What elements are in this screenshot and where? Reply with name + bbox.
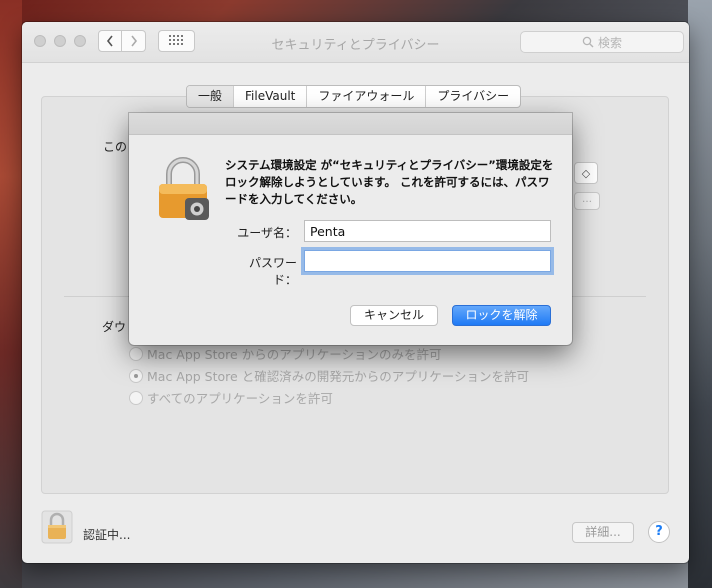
downloads-section-label: ダウ <box>102 320 127 334</box>
search-field[interactable]: 検索 <box>520 31 684 53</box>
tab-bar: 一般 FileVault ファイアウォール プライバシー <box>186 85 522 108</box>
auth-dialog: システム環境設定 が“セキュリティとプライバシー”環境設定をロック解除しようとし… <box>129 113 572 345</box>
tab-filevault[interactable]: FileVault <box>233 86 306 107</box>
password-label: パスワード： <box>248 256 297 287</box>
radio-app-store-only[interactable]: Mac App Store からのアプリケーションのみを許可 <box>129 344 441 363</box>
password-field[interactable] <box>304 250 551 272</box>
dialog-titlebar <box>129 113 572 135</box>
dialog-message: システム環境設定 が“セキュリティとプライバシー”環境設定をロック解除しようとし… <box>225 158 554 206</box>
search-icon <box>582 36 594 48</box>
tab-firewall[interactable]: ファイアウォール <box>306 86 425 107</box>
username-field[interactable] <box>304 220 551 242</box>
unlock-button[interactable]: ロックを解除 <box>452 305 551 326</box>
help-button[interactable]: ? <box>648 521 670 543</box>
obscured-popup-button[interactable]: ◇ <box>574 162 598 184</box>
tab-privacy[interactable]: プライバシー <box>425 86 520 107</box>
search-placeholder: 検索 <box>597 35 622 50</box>
radio-app-store-and-identified[interactable]: Mac App Store と確認済みの開発元からのアプリケーションを許可 <box>129 366 529 385</box>
titlebar: セキュリティとプライバシー 検索 <box>22 22 689 63</box>
advanced-button[interactable]: 詳細... <box>572 522 634 543</box>
radio-button[interactable] <box>129 368 143 383</box>
lock-icon[interactable] <box>41 510 73 544</box>
lock-icon <box>159 157 209 220</box>
radio-button[interactable] <box>129 346 143 361</box>
username-label: ユーザ名： <box>237 226 297 240</box>
desktop-wallpaper-left <box>0 0 22 588</box>
obscured-label: この <box>103 140 128 154</box>
cancel-button[interactable]: キャンセル <box>350 305 438 326</box>
obscured-ellipsis-button[interactable]: … <box>574 192 600 210</box>
radio-button[interactable] <box>129 390 143 405</box>
tab-general[interactable]: 一般 <box>187 86 234 107</box>
radio-anywhere[interactable]: すべてのアプリケーションを許可 <box>129 388 333 407</box>
radio-label: すべてのアプリケーションを許可 <box>147 391 333 406</box>
auth-status: 認証中... <box>83 528 131 542</box>
radio-label: Mac App Store と確認済みの開発元からのアプリケーションを許可 <box>147 369 529 384</box>
desktop-wallpaper-right <box>688 0 712 588</box>
radio-label: Mac App Store からのアプリケーションのみを許可 <box>147 347 442 362</box>
